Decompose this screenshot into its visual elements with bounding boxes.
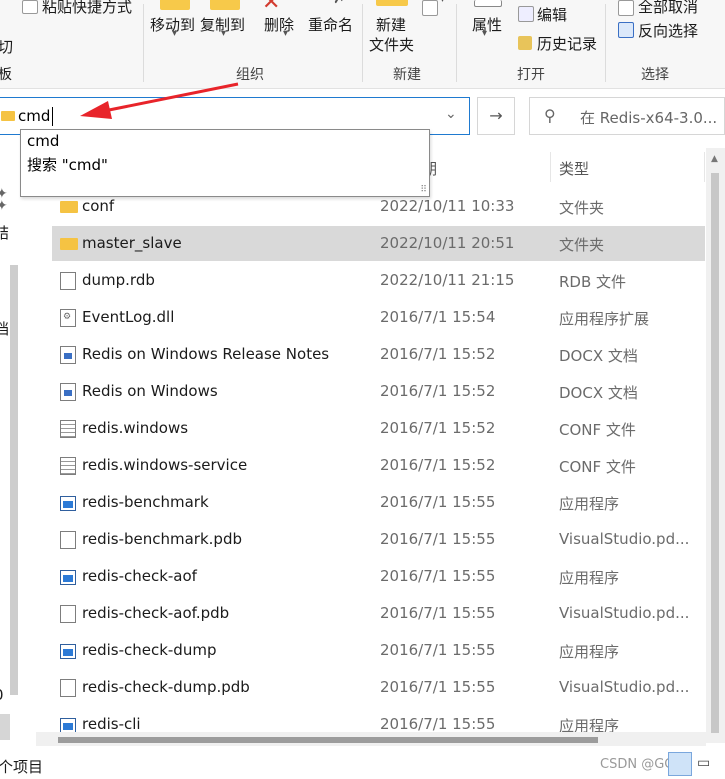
red-arrow-annotation [80,82,239,119]
